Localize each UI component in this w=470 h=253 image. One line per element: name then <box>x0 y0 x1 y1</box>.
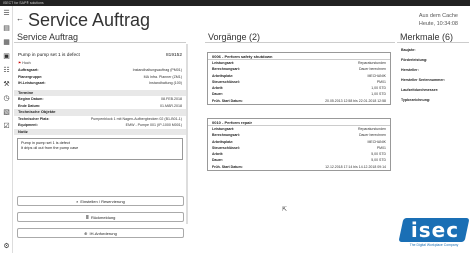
row-value: 12.12.2018 17:14 bis 14.12.2018 09:14 <box>325 164 386 169</box>
characteristic-row[interactable]: Hersteller: <box>397 65 469 75</box>
checklist-icon[interactable]: ☑ <box>2 121 11 130</box>
column-title-characteristics: Merkmale (6) <box>397 31 469 43</box>
characteristic-row[interactable]: Hersteller Seriennummer: <box>397 75 469 85</box>
characteristic-row[interactable]: Laufzeitdurchmesser: <box>397 85 469 95</box>
row-value: EMW - Pumpe 001 (IP-1000 M001) <box>125 123 182 127</box>
source-label: Aus dem Cache <box>418 13 458 19</box>
row-label: Früh. Start Datum: <box>212 164 243 169</box>
logo-tagline: The Digital Workplace Company <box>409 243 459 247</box>
hamburger-icon[interactable]: ☰ <box>2 8 11 17</box>
mouse-cursor-icon: ⇱ <box>282 207 288 213</box>
gear-icon[interactable]: ⚙ <box>2 241 11 250</box>
row-label: Laufzeitdurchmesser: <box>401 88 439 92</box>
date-label: Heute, 10:34:08 <box>418 21 458 27</box>
operation-row: Früh. Start Datum: 12.12.2018 17:14 bis 1… <box>208 164 390 170</box>
operation-title: 0010 - Perform repair <box>208 119 390 126</box>
operation-card[interactable]: 0006 - Perform safety shutdown Leistungs… <box>207 52 391 106</box>
row-label: Förderleistung: <box>401 58 428 62</box>
logo-text: isec <box>410 218 460 242</box>
row-label: Baujahr: <box>401 48 416 52</box>
row-label: Hersteller Seriennummer: <box>401 78 445 82</box>
button-label: IH-Anforderung <box>89 230 117 236</box>
order-details: Pump in pump set 1 is defect 819152 ⚑ Ho… <box>14 52 186 160</box>
confirmation-button[interactable]: ≣ Rückmeldung <box>17 212 184 222</box>
app-header: ← Service Auftrag Aus dem Cache Heute, 1… <box>13 6 470 30</box>
column-title-order: Service Auftrag <box>14 31 186 43</box>
window-title: ISECT for SAP® solutions <box>3 1 44 5</box>
page-title: Service Auftrag <box>28 10 151 30</box>
scrollbar[interactable] <box>186 44 188 224</box>
order-description: Pump in pump set 1 is defect <box>18 53 80 58</box>
operation-row: Früh. Start Datum: 20.05.2013 12:58 bis 2… <box>208 98 390 104</box>
list-icon: ≣ <box>85 214 89 220</box>
row-value: 20.05.2013 12:58 bis 22.01.2018 12:58 <box>325 98 386 103</box>
operation-card[interactable]: 0010 - Perform repair Leistungsart: Repar… <box>207 118 391 172</box>
button-label: Rückmeldung <box>90 214 116 220</box>
section-heading-note: Notiz <box>14 128 186 135</box>
priority-label: Hoch <box>22 61 31 65</box>
document-icon[interactable]: ▤ <box>2 23 11 32</box>
button-label: Einstellen / Reservierung <box>80 198 125 204</box>
workorder-icon[interactable]: ▦ <box>2 37 11 46</box>
row-label: IH-Leistungsart: <box>18 81 46 85</box>
left-nav: ☰ ▤ ▦ ▣ ☷ ⚒ ◷ ▧ ☑ ⚙ <box>0 6 13 253</box>
materials-icon[interactable]: ▧ <box>2 107 11 116</box>
notification-icon[interactable]: ▣ <box>2 51 11 60</box>
characteristic-row[interactable]: Baujahr: <box>397 45 469 55</box>
tools-icon[interactable]: ⚒ <box>2 79 11 88</box>
row-label: Equipment: <box>18 123 38 127</box>
operation-title: 0006 - Perform safety shutdown <box>208 53 390 60</box>
characteristics-list: Baujahr: Förderleistung: Hersteller: Her… <box>397 45 469 105</box>
reservation-button[interactable]: ⌕ Einstellen / Reservierung <box>17 196 184 206</box>
characteristic-row[interactable]: Typbezeichnung: <box>397 95 469 105</box>
row-label: Typbezeichnung: <box>401 98 431 102</box>
document-list-icon[interactable]: ☷ <box>2 65 11 74</box>
search-icon: ⌕ <box>76 198 79 204</box>
arrow-left-icon[interactable]: ← <box>16 14 24 23</box>
plus-circle-icon: ⊕ <box>84 230 88 236</box>
column-title-operations: Vorgänge (2) <box>205 31 395 43</box>
row-label: Früh. Start Datum: <box>212 98 243 103</box>
row-label: Hersteller: <box>401 68 419 72</box>
flag-icon: ⚑ <box>18 61 22 65</box>
row-value: Instandhaltung (100) <box>149 81 182 85</box>
order-number: 819152 <box>165 53 182 58</box>
note-line: It drips oil out from the pump case <box>21 146 79 150</box>
maintenance-request-button[interactable]: ⊕ IH-Anforderung <box>17 228 184 238</box>
isec-logo: isec The Digital Workplace Company <box>398 218 470 250</box>
note-textarea[interactable]: Pump in pump set 1 is defect It drips oi… <box>17 138 183 160</box>
characteristic-row[interactable]: Förderleistung: <box>397 55 469 65</box>
cache-status: Aus dem Cache Heute, 10:34:08 <box>419 12 458 28</box>
clock-icon[interactable]: ◷ <box>2 93 11 102</box>
row-value: 01.MÄR.2018 <box>160 103 182 108</box>
